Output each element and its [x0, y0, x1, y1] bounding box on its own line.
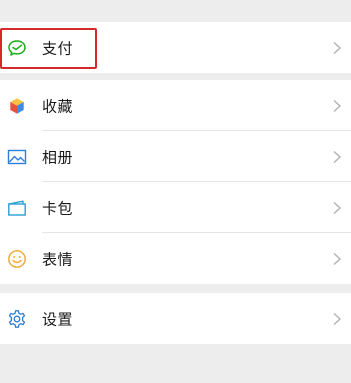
menu-item-label: 设置	[42, 310, 74, 328]
menu-item-stickers[interactable]: 表情	[0, 233, 351, 284]
pay-group: 支付	[0, 22, 351, 73]
menu-item-album[interactable]: 相册	[0, 131, 351, 182]
pay-icon	[7, 38, 27, 58]
menu-item-favorites[interactable]: 收藏	[0, 80, 351, 131]
menu-item-settings[interactable]: 设置	[0, 293, 351, 344]
menu-item-label: 收藏	[42, 97, 74, 115]
menu-item-label: 表情	[42, 250, 74, 268]
chevron-right-icon	[332, 252, 342, 266]
chevron-right-icon	[332, 99, 342, 113]
settings-group: 设置	[0, 293, 351, 344]
wallet-icon	[7, 198, 27, 218]
smiley-icon	[7, 249, 27, 269]
chevron-right-icon	[332, 201, 342, 215]
menu-item-pay[interactable]: 支付	[0, 22, 351, 73]
menu-item-label: 相册	[42, 148, 74, 166]
chevron-right-icon	[332, 150, 342, 164]
image-icon	[7, 147, 27, 167]
menu-item-label: 卡包	[42, 199, 74, 217]
chevron-right-icon	[332, 312, 342, 326]
menu-item-label: 支付	[42, 39, 74, 57]
chevron-right-icon	[332, 41, 342, 55]
menu-item-cards[interactable]: 卡包	[0, 182, 351, 233]
gear-icon	[7, 309, 27, 329]
features-group: 收藏 相册 卡包 表情	[0, 80, 351, 284]
cube-icon	[7, 96, 27, 116]
